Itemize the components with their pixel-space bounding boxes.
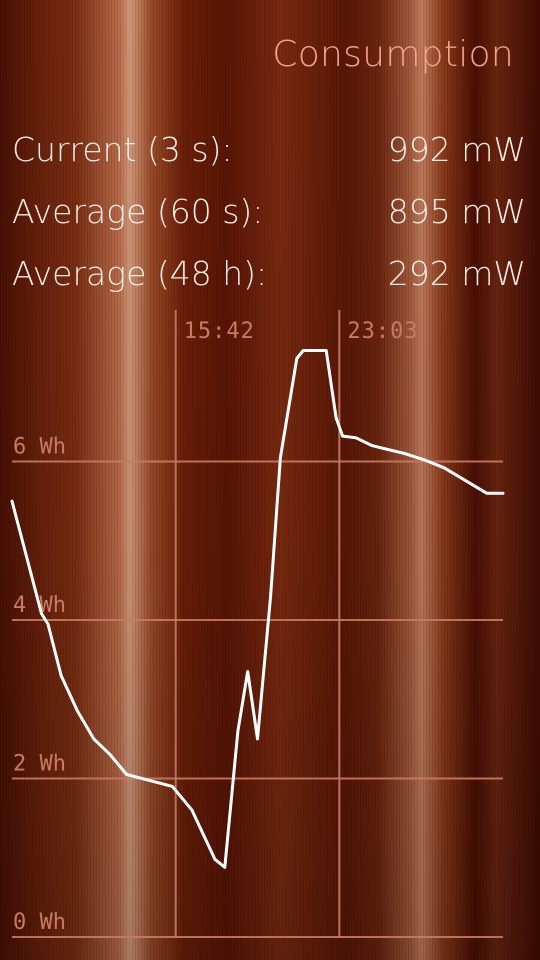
y-tick-label: 2 Wh <box>13 752 66 777</box>
y-tick-label: 6 Wh <box>13 435 66 460</box>
time-marker-label: 23:03 <box>347 319 418 344</box>
consumption-series-line <box>10 349 505 869</box>
consumption-chart: 15:42 23:030 Wh2 Wh4 Wh6 Wh <box>10 310 505 938</box>
time-marker-label: 15:42 <box>184 319 255 344</box>
y-tick-label: 0 Wh <box>13 910 66 935</box>
